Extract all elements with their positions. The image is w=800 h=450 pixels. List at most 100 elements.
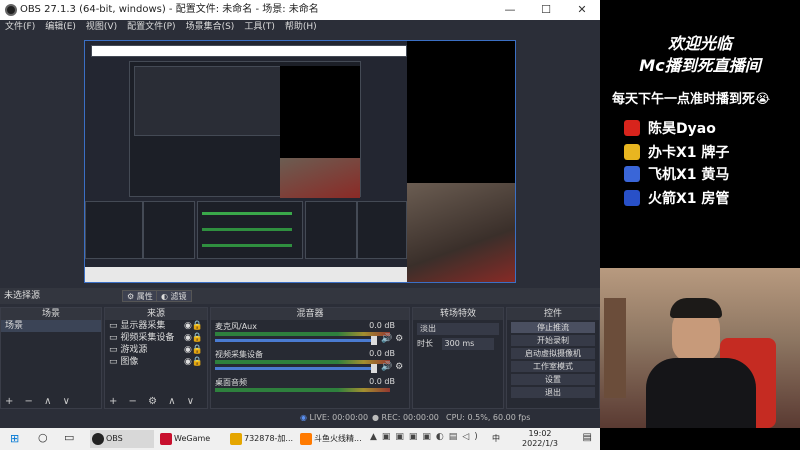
source-toolbar: 未选择源 ⚙ 属性 ◐ 滤镜 xyxy=(0,288,600,304)
volume-slider-knob[interactable] xyxy=(371,336,377,345)
ime-icon[interactable]: 中 xyxy=(492,433,500,444)
nested-meter xyxy=(202,244,292,247)
plane-icon xyxy=(624,166,640,182)
windows-taskbar: ⊞ ○ ▭ OBS 27.1.3... WeGame 732878-加... 斗… xyxy=(0,428,600,450)
menu-file[interactable]: 文件(F) xyxy=(0,20,40,34)
menu-help[interactable]: 帮助(H) xyxy=(280,20,322,34)
sources-footer-buttons[interactable]: + − ⚙ ∧ ∨ xyxy=(105,396,207,408)
mixer-channel: 视频采集设备 0.0 dB 🔊 ⚙ xyxy=(211,348,409,376)
furniture-shape xyxy=(604,298,626,398)
scenes-footer-buttons[interactable]: + − ∧ ∨ xyxy=(1,396,101,408)
volume-meter xyxy=(215,388,390,392)
wegame-icon xyxy=(160,433,172,445)
nested-preview-inner xyxy=(134,66,282,136)
visibility-icon[interactable]: ◉🔒 xyxy=(184,332,203,344)
close-button[interactable]: ✕ xyxy=(564,0,600,20)
scene-item[interactable]: 场景 xyxy=(1,320,101,332)
volume-slider[interactable] xyxy=(215,339,375,342)
gamepad-icon: ▭ xyxy=(109,345,121,355)
transition-select[interactable]: 淡出 ⚙ xyxy=(417,323,513,335)
rec-timer: REC: 00:00:00 xyxy=(381,413,439,422)
title-bar: OBS 27.1.3 (64-bit, windows) - 配置文件: 未命名… xyxy=(0,0,600,20)
mixer-channel-db: 0.0 dB xyxy=(369,321,395,330)
overlay-item: 办卡X1 牌子 xyxy=(648,145,730,161)
status-bar: ◉ LIVE: 00:00:00 ● REC: 00:00:00 CPU: 0.… xyxy=(0,411,600,425)
menu-scene-collection[interactable]: 场景集合(S) xyxy=(181,20,240,34)
scenes-dock: 场景 场景 + − ∧ ∨ xyxy=(0,307,102,409)
settings-button[interactable]: 设置 xyxy=(511,374,595,385)
properties-button[interactable]: ⚙ 属性 xyxy=(122,290,158,302)
taskbar-app-label: OBS 27.1.3... xyxy=(106,434,123,443)
nested-meter xyxy=(202,228,292,231)
nested-sources-dock xyxy=(143,201,195,259)
weibo-icon xyxy=(624,120,640,136)
speaker-icon[interactable]: 🔊 ⚙ xyxy=(381,334,403,344)
camera-icon: ▭ xyxy=(109,333,121,343)
search-icon[interactable]: ○ xyxy=(38,431,48,444)
filters-label: 滤镜 xyxy=(170,292,187,301)
exit-button[interactable]: 退出 xyxy=(511,387,595,398)
taskbar-app[interactable]: WeGame xyxy=(158,430,224,448)
properties-label: 属性 xyxy=(136,292,153,301)
visibility-icon[interactable]: ◉🔒 xyxy=(184,356,203,368)
transitions-title: 转场特效 xyxy=(413,308,503,320)
menu-profile[interactable]: 配置文件(P) xyxy=(122,20,180,34)
window-controls: — ☐ ✕ xyxy=(492,0,600,20)
source-label: 显示器采集 xyxy=(120,321,166,331)
volume-slider[interactable] xyxy=(215,367,375,370)
obs-app-icon xyxy=(5,4,17,16)
taskbar-clock[interactable]: 19:02 2022/1/3 xyxy=(520,428,560,450)
source-item[interactable]: ▭ 视频采集设备 ◉🔒 xyxy=(105,332,207,344)
screen-root: OBS 27.1.3 (64-bit, windows) - 配置文件: 未命名… xyxy=(0,0,800,450)
mixer-channel-db: 0.0 dB xyxy=(369,349,395,358)
overlay-room-name: Mc播到死直播间 xyxy=(639,56,761,75)
speaker-icon[interactable]: 🔊 ⚙ xyxy=(381,362,403,372)
transition-type: 淡出 xyxy=(420,324,436,333)
no-source-label: 未选择源 xyxy=(4,291,41,301)
image-icon: ▭ xyxy=(109,357,121,367)
notification-icon[interactable]: ▤ xyxy=(583,432,592,443)
nested-preview xyxy=(129,61,361,198)
person-hair-shape xyxy=(670,298,722,318)
webcam-feed xyxy=(600,268,800,428)
obs-icon xyxy=(92,433,104,445)
filters-button[interactable]: ◐ 滤镜 xyxy=(156,290,192,302)
overlay-item: 陈昊Dyao xyxy=(648,121,716,137)
menu-bar: 文件(F) 编辑(E) 视图(V) 配置文件(P) 场景集合(S) 工具(T) … xyxy=(0,20,600,34)
transition-duration-row: 时长 300 ms xyxy=(417,338,499,350)
clock-time: 19:02 xyxy=(528,429,552,438)
taskbar-app[interactable]: 732878-加... xyxy=(228,430,294,448)
menu-view[interactable]: 视图(V) xyxy=(81,20,122,34)
source-item[interactable]: ▭ 游戏源 ◉🔒 xyxy=(105,344,207,356)
minimize-button[interactable]: — xyxy=(492,0,528,20)
visibility-icon[interactable]: ◉🔒 xyxy=(184,344,203,356)
controls-title: 控件 xyxy=(507,308,599,320)
tray-icons[interactable]: ▲▣▣▣▣◐▤◁) xyxy=(370,432,483,442)
overlay-item: 飞机X1 黄马 xyxy=(648,167,730,183)
task-view-icon[interactable]: ▭ xyxy=(64,431,74,444)
menu-tools[interactable]: 工具(T) xyxy=(239,20,280,34)
preview-desktop-capture xyxy=(85,41,407,282)
virtual-camera-button[interactable]: 启动虚拟摄像机 xyxy=(511,348,595,359)
source-item[interactable]: ▭ 图像 ◉🔒 xyxy=(105,356,207,368)
taskbar-app[interactable]: 斗鱼火线精... xyxy=(298,430,364,448)
studio-mode-button[interactable]: 工作室模式 xyxy=(511,361,595,372)
volume-meter xyxy=(215,332,390,336)
stop-streaming-button[interactable]: 停止推流 xyxy=(511,322,595,333)
mixer-channel: 桌面音频 0.0 dB xyxy=(211,376,409,404)
obs-window: OBS 27.1.3 (64-bit, windows) - 配置文件: 未命名… xyxy=(0,0,600,428)
live-icon: ◉ xyxy=(300,413,310,422)
mixer-channel: 麦克风/Aux 0.0 dB 🔊 ⚙ xyxy=(211,320,409,348)
windows-start-icon[interactable]: ⊞ xyxy=(10,432,19,445)
preview-canvas[interactable] xyxy=(84,40,516,283)
duration-input[interactable]: 300 ms xyxy=(441,338,494,350)
source-label: 图像 xyxy=(120,357,139,367)
maximize-button[interactable]: ☐ xyxy=(528,0,564,20)
volume-slider-knob[interactable] xyxy=(371,364,377,373)
menu-edit[interactable]: 编辑(E) xyxy=(40,20,81,34)
taskbar-app[interactable]: OBS 27.1.3... xyxy=(90,430,154,448)
controls-dock: 控件 停止推流 开始录制 启动虚拟摄像机 工作室模式 设置 退出 xyxy=(506,307,600,409)
source-item[interactable]: ▭ 显示器采集 ◉🔒 xyxy=(105,320,207,332)
start-recording-button[interactable]: 开始录制 xyxy=(511,335,595,346)
visibility-icon[interactable]: ◉🔒 xyxy=(184,320,203,332)
